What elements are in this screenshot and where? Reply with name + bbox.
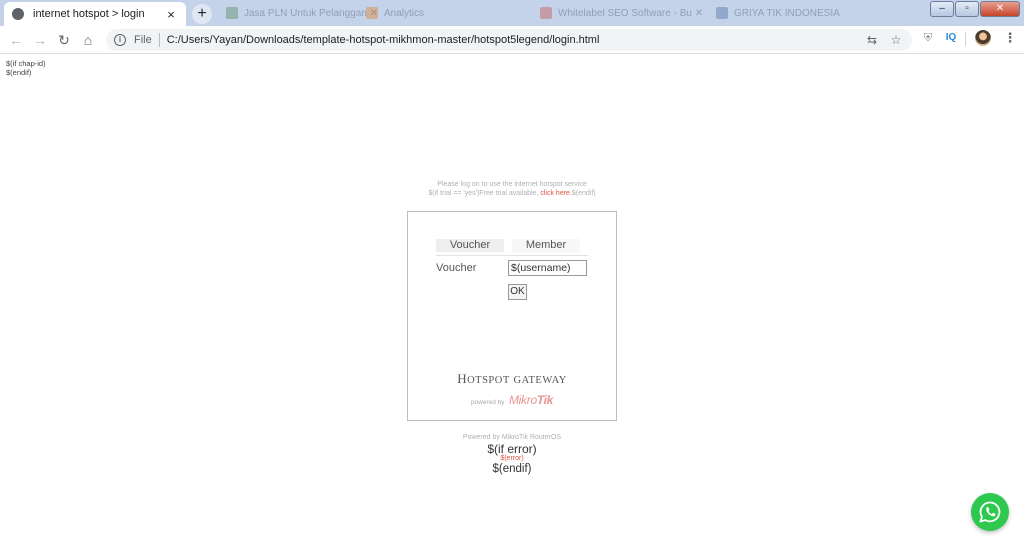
trial-line: $(if trial == 'yes')Free trial available…	[307, 189, 717, 198]
site-icon	[540, 7, 552, 19]
close-window-button[interactable]: ✕	[980, 1, 1020, 17]
tab-close-button[interactable]: ×	[164, 7, 178, 22]
profile-avatar[interactable]	[975, 30, 991, 46]
chap-endif-line: $(endif)	[6, 68, 32, 77]
background-tab-title: Jasa PLN Untuk Pelanggan ✕	[244, 7, 379, 19]
address-bar[interactable]: i File C:/Users/Yayan/Downloads/template…	[106, 29, 912, 51]
menu-dots-icon[interactable]: ⋮	[1002, 30, 1018, 46]
browser-toolbar: ← → ↻ ⌂ i File C:/Users/Yayan/Downloads/…	[0, 26, 1024, 54]
hotspot-gateway-title: HOTSPOT GATEWAY	[408, 371, 616, 387]
analytics-icon	[366, 7, 378, 19]
voucher-input[interactable]	[508, 260, 587, 276]
voucher-label: Voucher	[436, 262, 477, 274]
background-tab-title: GRIYA TIK INDONESIA	[734, 7, 840, 19]
url-text[interactable]: C:/Users/Yayan/Downloads/template-hotspo…	[167, 34, 600, 46]
if-error-text: $(if error)	[487, 442, 537, 456]
iq-extension-icon[interactable]: IQ	[943, 30, 959, 46]
background-tab-3[interactable]: Whitelabel SEO Software - Bu ✕	[540, 4, 703, 22]
title-second-word: GATEWAY	[513, 375, 567, 386]
maximize-button[interactable]: ▫	[955, 1, 979, 17]
error-message: $(error)	[500, 455, 524, 462]
background-tab-4[interactable]: GRIYA TIK INDONESIA	[716, 4, 840, 22]
trial-suffix: $(endif)	[571, 190, 596, 197]
ok-button[interactable]: OK	[508, 284, 527, 300]
reload-icon[interactable]: ↻	[54, 30, 74, 50]
login-info-message: Please log on to use the internet hotspo…	[307, 180, 717, 198]
title-rest: OTSPOT	[467, 375, 510, 386]
shield-extension-icon[interactable]: ⛨	[920, 30, 936, 46]
tab-internet-hotspot-login[interactable]: internet hotspot > login ×	[4, 2, 186, 26]
whatsapp-glyph	[979, 501, 1001, 523]
tab-member[interactable]: Member	[512, 239, 580, 252]
scheme-label: File	[134, 34, 152, 46]
window-controls: – ▫ ✕	[929, 1, 1020, 17]
free-trial-link[interactable]: click here.	[540, 190, 572, 197]
back-arrow-icon[interactable]: ←	[6, 30, 26, 50]
info-line: Please log on to use the internet hotspo…	[437, 181, 587, 188]
home-icon[interactable]: ⌂	[78, 30, 98, 50]
login-panel: Voucher Member Voucher OK HOTSPOT GATEWA…	[407, 211, 617, 421]
login-tabs: Voucher Member	[436, 239, 588, 256]
whatsapp-icon[interactable]	[971, 493, 1009, 531]
translate-icon[interactable]: ⇆	[864, 32, 880, 48]
site-icon	[226, 7, 238, 19]
divider	[158, 33, 160, 47]
omnibox-actions: ⇆ ☆	[856, 32, 904, 48]
trial-prefix: $(if trial == 'yes')Free trial available…	[428, 190, 541, 197]
tab-title: internet hotspot > login	[33, 8, 145, 20]
background-tab-2[interactable]: Analytics	[366, 4, 424, 22]
mikrotik-logo: MikroTik	[509, 393, 553, 407]
chap-template-text: $(if chap-id) $(endif)	[6, 59, 46, 77]
logo-part-a: Mikro	[508, 393, 537, 407]
background-tab-title: Analytics	[384, 7, 425, 19]
globe-icon	[12, 8, 24, 20]
footer-powered-by: Powered by MikroTik RouterOS	[462, 434, 562, 441]
bookmark-star-icon[interactable]: ☆	[888, 32, 904, 48]
endif-text: $(endif)	[492, 463, 532, 475]
minimize-button[interactable]: –	[930, 1, 954, 17]
new-tab-button[interactable]: +	[192, 4, 212, 24]
background-tab-1[interactable]: Jasa PLN Untuk Pelanggan ✕	[226, 4, 378, 22]
tab-strip: internet hotspot > login × + Jasa PLN Un…	[0, 0, 1024, 26]
forward-arrow-icon[interactable]: →	[30, 30, 50, 50]
chap-if-line: $(if chap-id)	[6, 59, 46, 68]
info-icon[interactable]: i	[114, 34, 126, 46]
background-tab-title: Whitelabel SEO Software - Bu ✕	[558, 7, 704, 19]
title-initial: H	[457, 371, 468, 386]
mikrotik-brand: powered by MikroTik	[408, 391, 616, 409]
tab-voucher[interactable]: Voucher	[436, 239, 504, 252]
logo-part-b: Tik	[536, 393, 554, 407]
divider	[965, 32, 966, 46]
facebook-icon	[716, 7, 728, 19]
powered-by-label: powered by	[470, 399, 505, 406]
